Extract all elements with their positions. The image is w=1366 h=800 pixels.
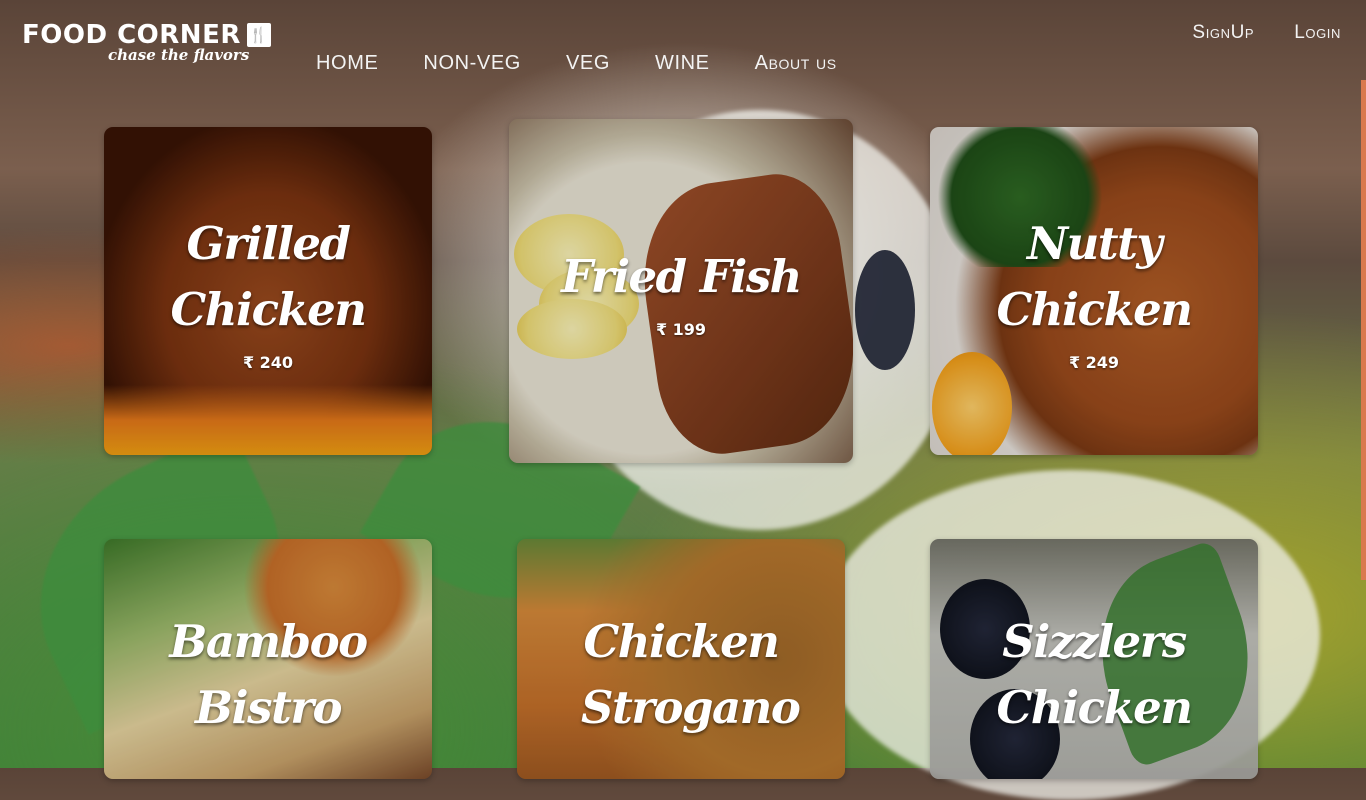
auth-links: SignUp Login — [1192, 22, 1341, 44]
nav-about-us[interactable]: About us — [755, 52, 837, 75]
brand-tagline: chase the flavors — [108, 46, 250, 64]
dish-card-chicken-strogano[interactable]: Chicken Strogano — [517, 539, 845, 779]
brand-logo[interactable]: FOOD CORNER 🍴 chase the flavors — [22, 20, 271, 64]
dish-card-sizzlers-chicken[interactable]: Sizzlers Chicken — [930, 539, 1258, 779]
dish-price: ₹ 240 — [242, 352, 294, 372]
dish-price: ₹ 199 — [655, 319, 707, 339]
site-header: FOOD CORNER 🍴 chase the flavors HOME NON… — [0, 0, 1366, 100]
background-blackberry — [855, 250, 915, 370]
scrollbar[interactable] — [1361, 80, 1366, 580]
dish-card-fried-fish[interactable]: Fried Fish ₹ 199 — [509, 119, 853, 463]
dish-card-nutty-chicken[interactable]: Nutty Chicken ₹ 249 — [930, 127, 1258, 455]
dish-name: Grilled Chicken — [170, 216, 367, 336]
dish-price: ₹ 249 — [1068, 352, 1120, 372]
dish-card-grilled-chicken[interactable]: Grilled Chicken ₹ 240 — [104, 127, 432, 455]
nav-non-veg[interactable]: NON-VEG — [423, 52, 521, 75]
main-nav: HOME NON-VEG VEG WINE About us — [316, 52, 882, 75]
nav-home[interactable]: HOME — [316, 52, 378, 75]
dish-name: Bamboo Bistro — [169, 615, 368, 734]
dish-name: Sizzlers Chicken — [996, 615, 1193, 734]
dish-card-bamboo-bistro[interactable]: Bamboo Bistro — [104, 539, 432, 779]
dish-name: Chicken Strogano — [581, 615, 801, 734]
dish-name: Fried Fish — [561, 249, 802, 303]
nav-wine[interactable]: WINE — [655, 52, 710, 75]
fork-knife-icon: 🍴 — [246, 23, 271, 47]
login-link[interactable]: Login — [1294, 22, 1341, 44]
nav-veg[interactable]: VEG — [566, 52, 610, 75]
dish-name: Nutty Chicken — [996, 216, 1193, 336]
signup-link[interactable]: SignUp — [1192, 22, 1254, 44]
